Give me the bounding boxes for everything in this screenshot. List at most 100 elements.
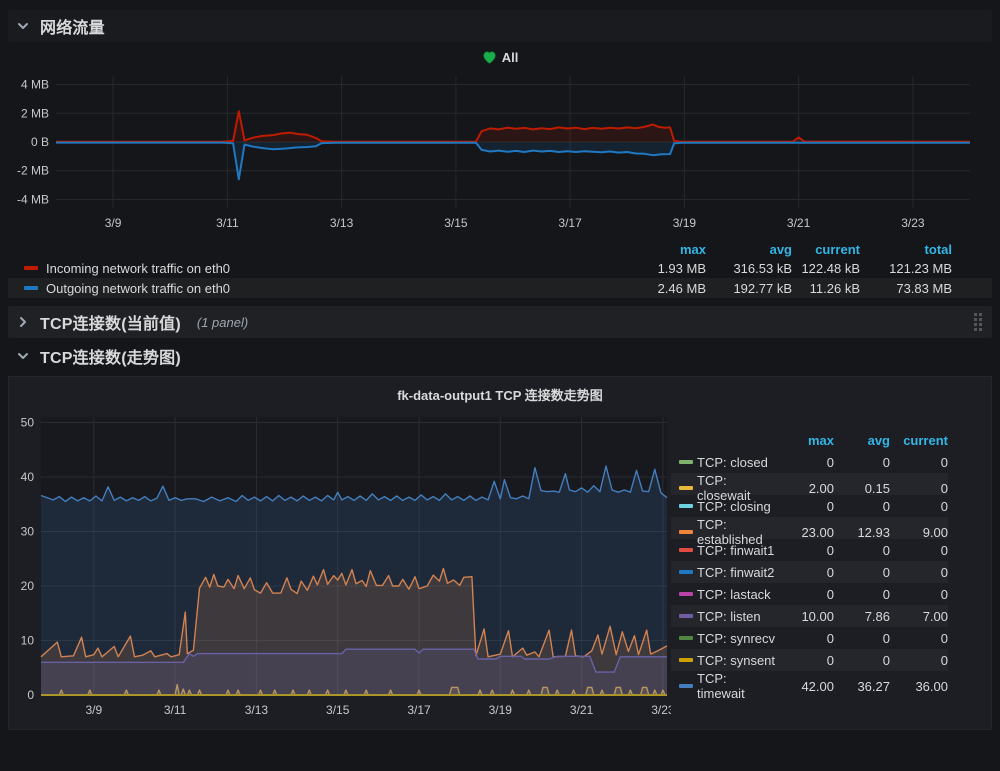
series-color-swatch-icon[interactable]	[679, 658, 693, 662]
legend-stat-value: 7.00	[890, 609, 948, 624]
series-color-swatch-icon[interactable]	[679, 486, 693, 490]
x-axis-tick-label: 3/13	[245, 703, 269, 717]
legend-sort-header[interactable]: total	[860, 242, 952, 257]
series-name[interactable]: TCP: timewait	[697, 671, 776, 701]
x-axis-tick-label: 3/23	[901, 216, 925, 230]
legend-stat-value: 0	[890, 481, 948, 496]
series-fill	[56, 111, 970, 142]
legend-sort-header[interactable]: avg	[706, 242, 792, 257]
series-color-swatch-icon[interactable]	[679, 592, 693, 596]
tcp-chart-svg[interactable]: 010203040503/93/113/133/153/173/193/213/…	[9, 405, 671, 735]
legend-sort-header[interactable]: current	[890, 433, 948, 448]
tcp-chart-block: 010203040503/93/113/133/153/173/193/213/…	[9, 405, 671, 735]
legend-row: TCP: finwait2000	[671, 561, 948, 583]
series-name[interactable]: TCP: finwait2	[697, 565, 776, 580]
series-name[interactable]: TCP: finwait1	[697, 543, 776, 558]
x-axis-tick-label: 3/13	[330, 216, 354, 230]
legend-row: TCP: closed000	[671, 451, 948, 473]
legend-row: TCP: timewait42.0036.2736.00	[671, 671, 948, 693]
x-axis-tick-label: 3/15	[444, 216, 468, 230]
legend-stat-value: 0	[834, 653, 890, 668]
series-name[interactable]: Outgoing network traffic on eth0	[24, 281, 626, 296]
series-fill	[56, 142, 970, 179]
legend-stat-value: 12.93	[834, 525, 890, 540]
legend-sort-header[interactable]: max	[776, 433, 834, 448]
legend-sort-header[interactable]: avg	[834, 433, 890, 448]
network-panel-title[interactable]: All	[8, 46, 992, 68]
series-color-swatch-icon[interactable]	[679, 530, 693, 534]
series-color-swatch-icon[interactable]	[679, 684, 693, 688]
legend-sort-header[interactable]: max	[626, 242, 706, 257]
legend-stat-value: 0	[890, 565, 948, 580]
row-header-tcp-trend[interactable]: TCP连接数(走势图)	[8, 340, 992, 372]
tcp-trend-panel: fk-data-output1 TCP 连接数走势图 010203040503/…	[8, 376, 992, 730]
x-axis-tick-label: 3/15	[326, 703, 350, 717]
row-drag-handle-icon[interactable]	[974, 313, 982, 331]
series-color-swatch-icon[interactable]	[679, 548, 693, 552]
legend-stat-value: 0	[890, 631, 948, 646]
legend-row: TCP: closewait2.000.150	[671, 473, 948, 495]
series-name[interactable]: TCP: closing	[697, 499, 776, 514]
legend-stat-value: 0	[890, 499, 948, 514]
legend-header-row: maxavgcurrenttotal	[8, 240, 992, 258]
series-color-swatch-icon[interactable]	[679, 636, 693, 640]
x-axis-tick-label: 3/19	[489, 703, 513, 717]
chevron-right-icon	[16, 315, 30, 329]
legend-stat-value: 10.00	[776, 609, 834, 624]
row-header-tcp-current[interactable]: TCP连接数(当前值) (1 panel)	[8, 306, 992, 338]
y-axis-tick-label: 0 B	[31, 135, 49, 149]
legend-stat-value: 0	[776, 631, 834, 646]
chevron-down-icon	[16, 19, 30, 33]
legend-stat-value: 192.77 kB	[706, 281, 792, 296]
legend-stat-value: 0	[776, 543, 834, 558]
network-chart-svg[interactable]: 4 MB2 MB0 B-2 MB-4 MB3/93/113/133/153/17…	[8, 68, 992, 236]
legend-stat-value: 1.93 MB	[626, 261, 706, 276]
series-name[interactable]: Incoming network traffic on eth0	[24, 261, 626, 276]
grafana-dashboard: 网络流量 All 4 MB2 MB0 B-2 MB-4 MB3/93/113/1…	[0, 0, 1000, 771]
legend-row: TCP: closing000	[671, 495, 948, 517]
series-color-swatch-icon[interactable]	[679, 460, 693, 464]
legend-stat-value: 9.00	[890, 525, 948, 540]
series-name-text: Incoming network traffic on eth0	[46, 261, 230, 276]
legend-stat-value: 0	[834, 631, 890, 646]
series-color-swatch-icon[interactable]	[679, 570, 693, 574]
y-axis-tick-label: 20	[21, 579, 35, 593]
series-color-swatch-icon[interactable]	[679, 614, 693, 618]
series-name[interactable]: TCP: closed	[697, 455, 776, 470]
legend-stat-value: 0	[834, 543, 890, 558]
y-axis-tick-label: 40	[21, 470, 35, 484]
heart-health-icon	[482, 50, 497, 65]
y-axis-tick-label: -4 MB	[17, 192, 49, 206]
legend-stat-value: 11.26 kB	[792, 281, 860, 296]
series-name[interactable]: TCP: listen	[697, 609, 776, 624]
x-axis-tick-label: 3/9	[85, 703, 102, 717]
series-name[interactable]: TCP: synsent	[697, 653, 776, 668]
series-name-text: Outgoing network traffic on eth0	[46, 281, 230, 296]
y-axis-tick-label: 4 MB	[21, 78, 49, 92]
legend-row: TCP: synrecv000	[671, 627, 948, 649]
legend-stat-value: 42.00	[776, 679, 834, 694]
series-color-swatch-icon[interactable]	[679, 504, 693, 508]
series-name[interactable]: TCP: lastack	[697, 587, 776, 602]
tcp-panel-title[interactable]: fk-data-output1 TCP 连接数走势图	[9, 383, 991, 405]
x-axis-tick-label: 3/21	[570, 703, 594, 717]
y-axis-tick-label: 0	[27, 688, 34, 702]
tcp-panel-title-text: fk-data-output1 TCP 连接数走势图	[397, 385, 603, 404]
legend-stat-value: 0	[834, 587, 890, 602]
legend-sort-header[interactable]: current	[792, 242, 860, 257]
x-axis-tick-label: 3/17	[558, 216, 582, 230]
legend-row: TCP: synsent000	[671, 649, 948, 671]
series-color-swatch-icon[interactable]	[24, 286, 38, 290]
legend-stat-value: 0	[834, 565, 890, 580]
legend-row: TCP: finwait1000	[671, 539, 948, 561]
row-header-network[interactable]: 网络流量	[8, 10, 992, 42]
chevron-down-icon	[16, 349, 30, 363]
legend-stat-value: 36.27	[834, 679, 890, 694]
x-axis-tick-label: 3/19	[673, 216, 697, 230]
legend-header-row: maxavgcurrent	[671, 429, 948, 451]
legend-stat-value: 23.00	[776, 525, 834, 540]
series-name[interactable]: TCP: synrecv	[697, 631, 776, 646]
legend-stat-value: 0	[890, 543, 948, 558]
series-color-swatch-icon[interactable]	[24, 266, 38, 270]
x-axis-tick-label: 3/17	[407, 703, 431, 717]
